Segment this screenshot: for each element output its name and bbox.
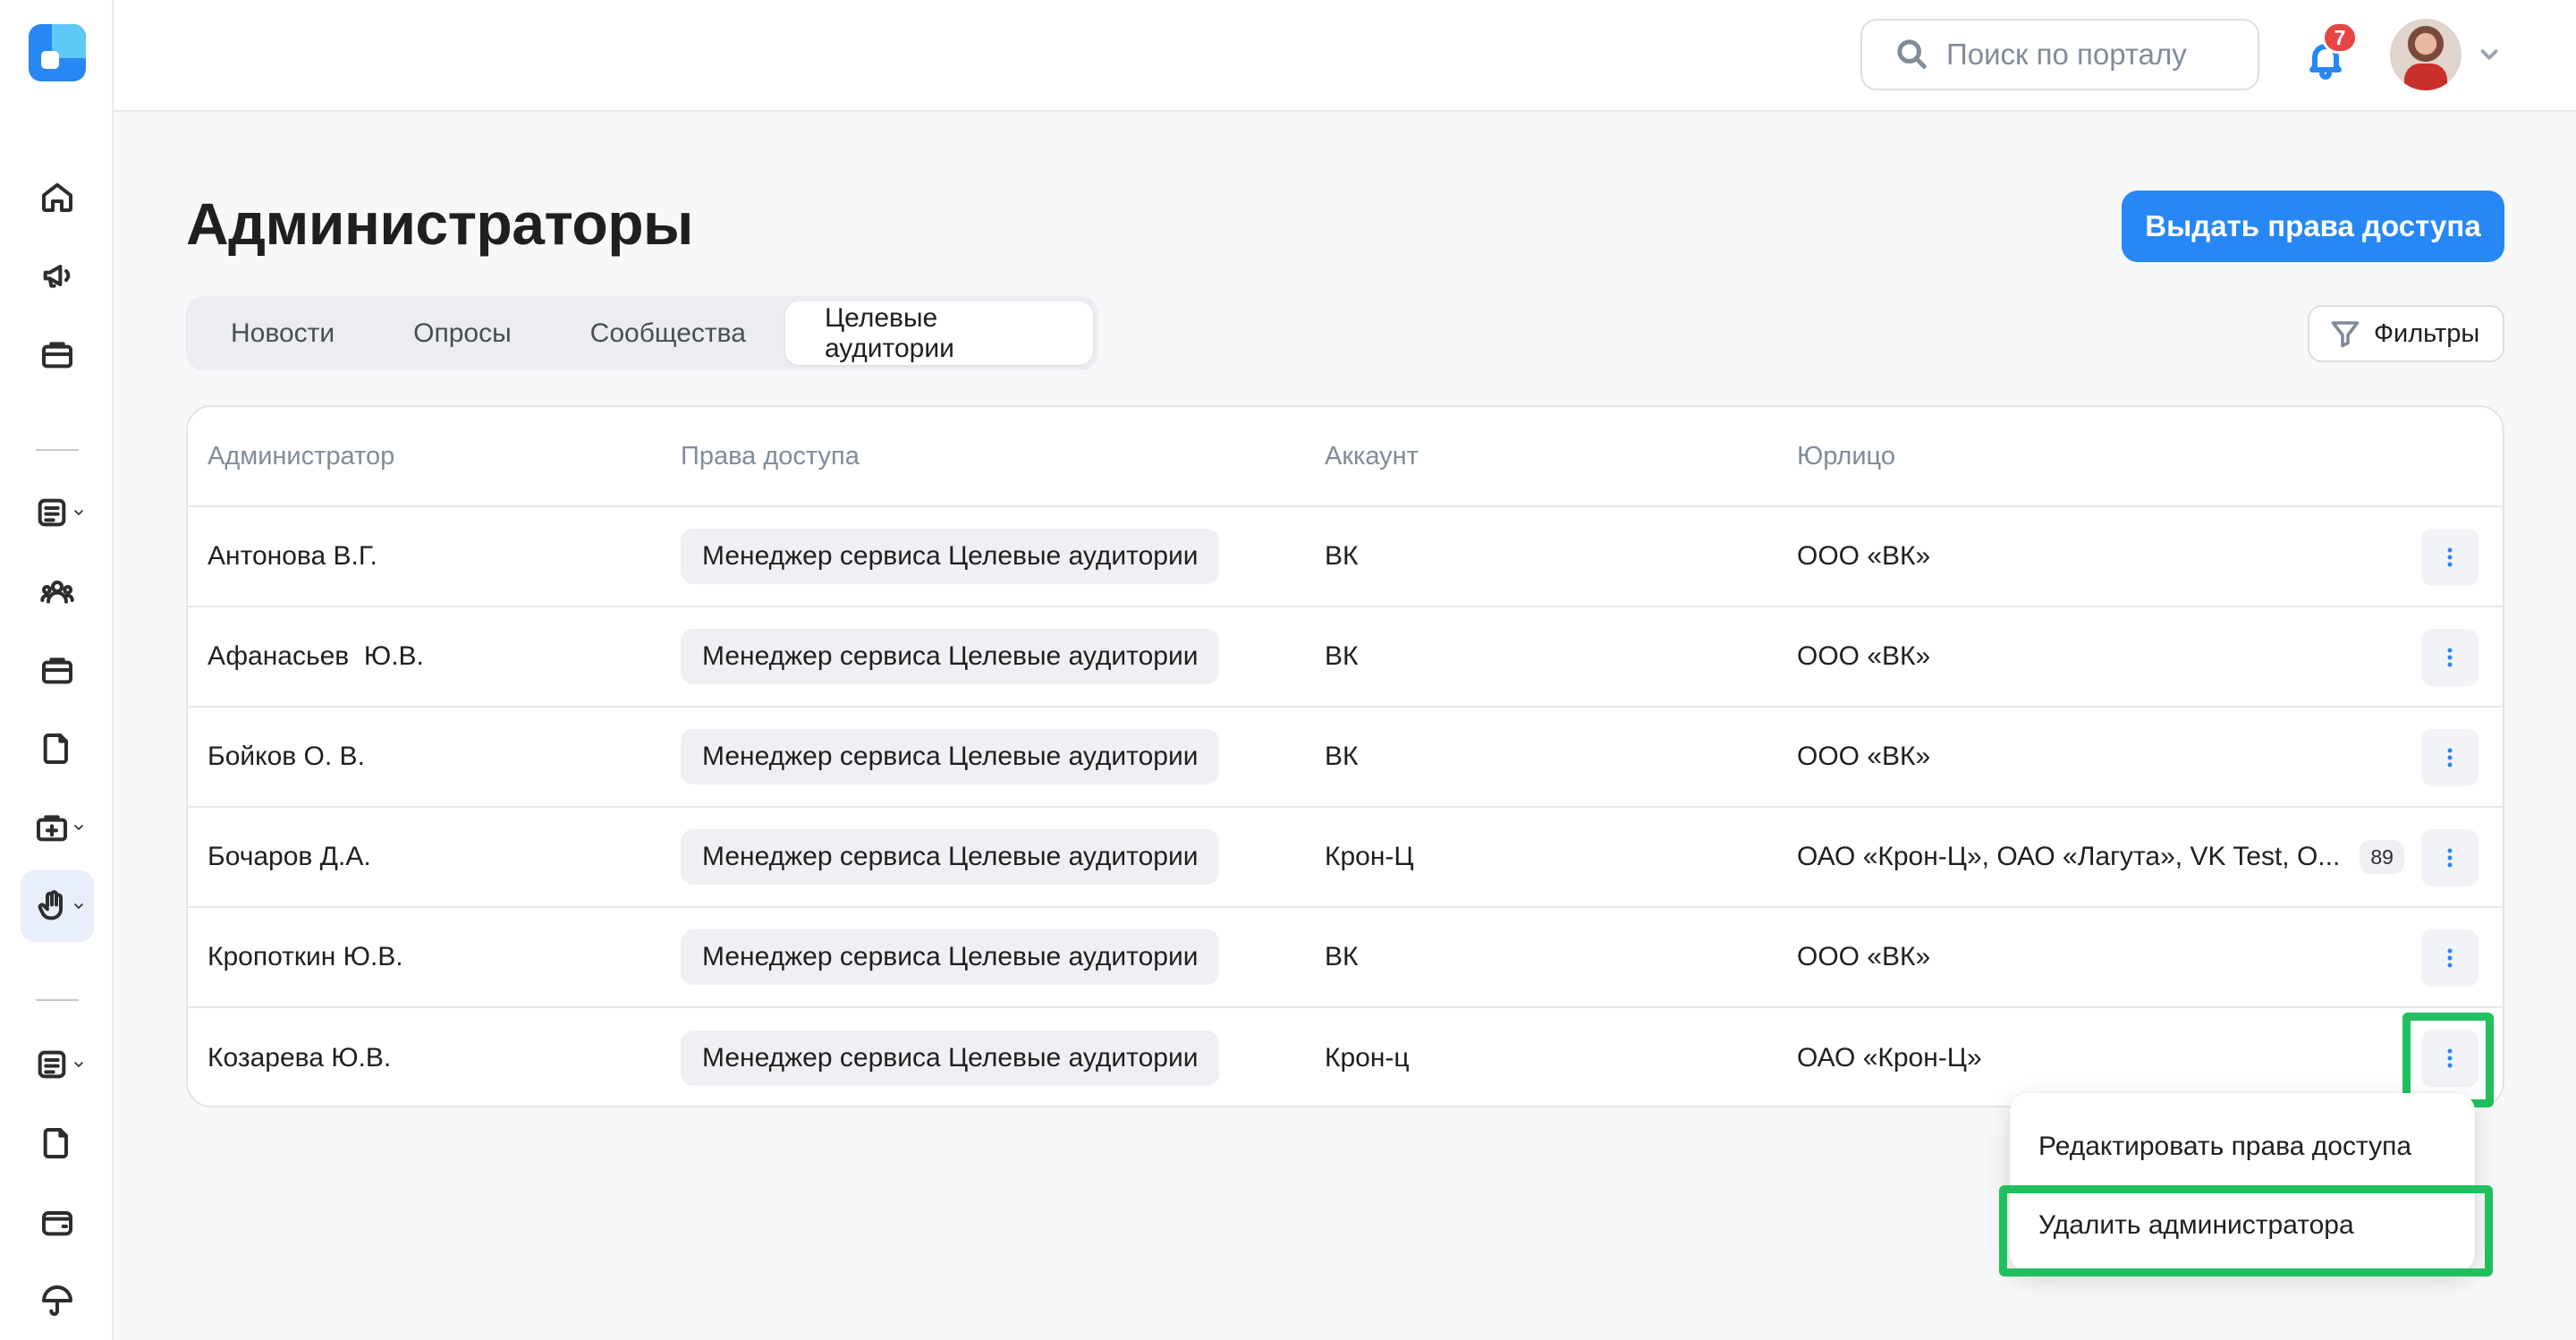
admin-name: Кропоткин Ю.В. xyxy=(208,942,403,971)
search-box[interactable] xyxy=(1860,19,2259,90)
grant-access-button[interactable]: Выдать права доступа xyxy=(2122,191,2504,262)
tab-polls[interactable]: Опросы xyxy=(374,301,551,365)
sidebar xyxy=(0,0,114,1340)
medkit-menu-icon[interactable] xyxy=(34,806,97,849)
column-header-entity[interactable]: Юрлицо xyxy=(1797,407,1895,505)
filters-label: Фильтры xyxy=(2374,318,2480,348)
column-header-rights[interactable]: Права доступа xyxy=(681,407,860,505)
entity-cell: ООО «ВК» xyxy=(1797,641,1931,671)
highlight-delete-menu-item xyxy=(1999,1185,2493,1276)
admin-name: Афанасьев Ю.В. xyxy=(208,641,424,671)
tab-news[interactable]: Новости xyxy=(191,301,374,365)
search-icon xyxy=(1897,39,1927,69)
edit-access-menu-item[interactable]: Редактировать права доступа xyxy=(2010,1111,2475,1183)
filters-button[interactable]: Фильтры xyxy=(2308,305,2504,362)
entity-list: ОАО «Крон-Ц», ОАО «Лагута», VK Test, О..… xyxy=(1797,842,2341,871)
row-menu-button[interactable] xyxy=(2421,729,2479,786)
row-menu-button[interactable] xyxy=(2421,629,2479,686)
account-cell: Крон-Ц xyxy=(1325,842,1414,871)
search-input[interactable] xyxy=(1946,38,2233,72)
admins-table: Администратор Права доступа Аккаунт Юрли… xyxy=(186,405,2504,1107)
account-cell: Крон-ц xyxy=(1325,1043,1410,1073)
users-icon[interactable] xyxy=(36,570,79,613)
app-logo[interactable] xyxy=(29,24,86,81)
more-vertical-icon xyxy=(2447,547,2453,567)
briefcase-icon[interactable] xyxy=(36,333,79,376)
avatar[interactable] xyxy=(2390,19,2462,90)
admin-name: Козарева Ю.В. xyxy=(208,1043,392,1073)
file-icon[interactable] xyxy=(36,727,79,770)
rights-chip: Менеджер сервиса Целевые аудитории xyxy=(681,529,1220,584)
funnel-icon xyxy=(2331,321,2360,348)
entity-cell: ООО «ВК» xyxy=(1797,742,1931,771)
tabs: Новости Опросы Сообщества Целевые аудито… xyxy=(186,296,1098,370)
table-header: Администратор Права доступа Аккаунт Юрли… xyxy=(188,407,2503,507)
entity-cell: ОАО «Крон-Ц», ОАО «Лагута», VK Test, О..… xyxy=(1797,808,2404,906)
umbrella-icon[interactable] xyxy=(36,1279,79,1322)
account-cell: ВК xyxy=(1325,641,1359,671)
briefcase-icon[interactable] xyxy=(36,649,79,691)
account-cell: ВК xyxy=(1325,541,1359,571)
sidebar-divider xyxy=(36,449,79,451)
rights-chip: Менеджер сервиса Целевые аудитории xyxy=(681,629,1220,684)
admin-name: Антонова В.Г. xyxy=(208,541,377,571)
page-title: Администраторы xyxy=(186,191,693,257)
hand-pointer-menu-icon[interactable] xyxy=(34,885,97,928)
more-vertical-icon xyxy=(2447,648,2453,667)
table-row[interactable]: Кропоткин Ю.В. Менеджер сервиса Целевые … xyxy=(188,908,2503,1008)
more-vertical-icon xyxy=(2447,748,2453,768)
entity-count-badge[interactable]: 89 xyxy=(2360,840,2404,874)
more-vertical-icon xyxy=(2447,848,2453,868)
entity-cell: ООО «ВК» xyxy=(1797,942,1931,971)
more-vertical-icon xyxy=(2447,948,2453,968)
entity-cell: ООО «ВК» xyxy=(1797,541,1931,571)
column-header-account[interactable]: Аккаунт xyxy=(1325,407,1419,505)
file-icon[interactable] xyxy=(36,1122,79,1165)
tab-target-audiences[interactable]: Целевые аудитории xyxy=(784,301,1093,365)
chevron-down-icon[interactable] xyxy=(2476,41,2503,68)
documents-menu-icon[interactable] xyxy=(34,1043,97,1086)
notifications-badge: 7 xyxy=(2322,21,2358,54)
rights-chip: Менеджер сервиса Целевые аудитории xyxy=(681,829,1220,885)
row-menu-button[interactable] xyxy=(2421,929,2479,987)
rights-chip: Менеджер сервиса Целевые аудитории xyxy=(681,1030,1220,1086)
row-menu-button[interactable] xyxy=(2421,829,2479,886)
column-header-admin[interactable]: Администратор xyxy=(208,407,394,505)
tab-communities[interactable]: Сообщества xyxy=(551,301,785,365)
table-row[interactable]: Антонова В.Г. Менеджер сервиса Целевые а… xyxy=(188,507,2503,607)
admin-name: Бойков О. В. xyxy=(208,742,365,771)
home-icon[interactable] xyxy=(36,175,79,218)
table-row[interactable]: Бочаров Д.А. Менеджер сервиса Целевые ау… xyxy=(188,808,2503,908)
table-row[interactable]: Бойков О. В. Менеджер сервиса Целевые ау… xyxy=(188,708,2503,808)
entity-cell: ОАО «Крон-Ц» xyxy=(1797,1043,1982,1073)
admin-name: Бочаров Д.А. xyxy=(208,842,371,871)
sidebar-divider xyxy=(36,999,79,1001)
row-menu-button[interactable] xyxy=(2421,529,2479,586)
account-cell: ВК xyxy=(1325,742,1359,771)
documents-menu-icon[interactable] xyxy=(34,491,97,534)
megaphone-icon[interactable] xyxy=(36,254,79,297)
table-row[interactable]: Афанасьев Ю.В. Менеджер сервиса Целевые … xyxy=(188,607,2503,708)
account-cell: ВК xyxy=(1325,942,1359,971)
rights-chip: Менеджер сервиса Целевые аудитории xyxy=(681,729,1220,784)
rights-chip: Менеджер сервиса Целевые аудитории xyxy=(681,929,1220,985)
wallet-icon[interactable] xyxy=(36,1200,79,1243)
